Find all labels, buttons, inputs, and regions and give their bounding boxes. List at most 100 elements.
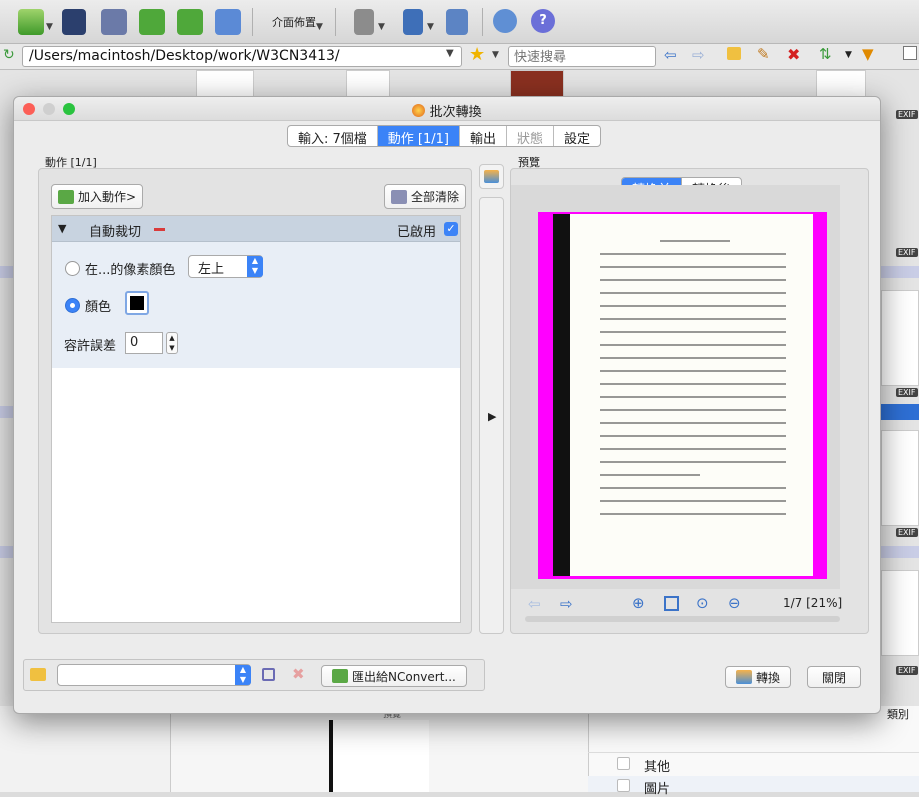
browse-icon[interactable] bbox=[18, 9, 44, 35]
chevron-down-icon[interactable]: ▼ bbox=[316, 22, 323, 32]
add-action-label: 加入動作> bbox=[78, 190, 137, 204]
page-text-line bbox=[600, 305, 786, 307]
category-checkbox[interactable] bbox=[617, 757, 630, 770]
tab-actions[interactable]: 動作 [1/1] bbox=[377, 126, 460, 146]
color-swatch-button[interactable] bbox=[125, 291, 149, 315]
collapse-triangle-icon[interactable]: ▼ bbox=[58, 222, 66, 235]
layout-label[interactable]: 介面佈置 bbox=[272, 14, 316, 30]
next-image-icon[interactable]: ⇨ bbox=[560, 595, 573, 613]
gear-icon[interactable] bbox=[493, 9, 517, 33]
previous-image-icon[interactable]: ⇦ bbox=[528, 595, 541, 613]
chevron-down-icon[interactable]: ▼ bbox=[427, 22, 434, 32]
new-folder-icon[interactable] bbox=[727, 47, 741, 60]
sort-icon[interactable]: ⇅ bbox=[819, 45, 832, 63]
path-field[interactable]: /Users/macintosh/Desktop/work/W3CN3413/ bbox=[22, 46, 462, 67]
page-range-icon[interactable] bbox=[354, 9, 374, 35]
page-text-line bbox=[600, 383, 786, 385]
forward-arrow-icon[interactable]: ⇨ bbox=[692, 46, 705, 64]
export-icon bbox=[332, 669, 348, 683]
export-icon[interactable] bbox=[177, 9, 203, 35]
pixel-color-radio[interactable] bbox=[65, 261, 80, 276]
refresh-icon[interactable]: ↻ bbox=[3, 47, 15, 63]
action-header[interactable]: ▼ 自動裁切 已啟用 ✓ bbox=[52, 216, 460, 242]
close-button[interactable]: 關閉 bbox=[807, 666, 862, 688]
category-item[interactable]: 圖片 bbox=[644, 778, 670, 797]
thumbnail[interactable] bbox=[881, 430, 919, 526]
screen-capture-icon[interactable] bbox=[215, 9, 241, 35]
open-preset-icon[interactable] bbox=[30, 668, 46, 681]
page-text-line bbox=[600, 318, 786, 320]
tree-view-icon[interactable] bbox=[446, 9, 468, 35]
chevron-down-icon[interactable]: ▼ bbox=[446, 48, 454, 59]
delete-icon[interactable]: ✖ bbox=[787, 45, 800, 64]
color-label: 顏色 bbox=[85, 300, 112, 315]
selection-highlight bbox=[881, 404, 919, 420]
category-item[interactable]: 其他 bbox=[644, 756, 670, 775]
export-nconvert-button[interactable]: 匯出給NConvert... bbox=[321, 665, 467, 687]
rename-icon[interactable]: ✎ bbox=[757, 45, 770, 63]
image-icon bbox=[484, 170, 499, 183]
zoom-out-icon[interactable]: ⊖ bbox=[728, 594, 741, 612]
add-action-icon bbox=[58, 189, 74, 204]
page-text-line bbox=[600, 474, 700, 476]
back-arrow-icon[interactable]: ⇦ bbox=[664, 46, 677, 64]
page-text-line bbox=[600, 331, 786, 333]
category-header: 類別 bbox=[887, 708, 909, 721]
chevron-down-icon[interactable]: ▼ bbox=[46, 22, 53, 32]
page-text-line bbox=[600, 279, 786, 281]
enabled-checkbox[interactable]: ✓ bbox=[444, 222, 458, 236]
preview-toggle-button[interactable] bbox=[479, 164, 504, 189]
zoom-actual-icon[interactable]: ⊙ bbox=[696, 594, 709, 612]
app-logo-icon bbox=[412, 104, 426, 117]
page-text-line bbox=[600, 370, 786, 372]
chevron-down-icon[interactable]: ▼ bbox=[378, 22, 385, 32]
thumbnail[interactable] bbox=[881, 290, 919, 386]
preview-scrollbar[interactable] bbox=[525, 616, 840, 622]
preview-status: 1/7 [21%] bbox=[783, 596, 843, 610]
page-text-line bbox=[600, 292, 786, 294]
color-radio[interactable] bbox=[65, 298, 80, 313]
page-text-line bbox=[600, 344, 786, 346]
tolerance-stepper[interactable]: ▲ ▼ bbox=[166, 332, 178, 354]
save-preset-icon[interactable] bbox=[262, 668, 275, 681]
exif-badge: EXIF bbox=[896, 666, 918, 675]
quick-search-input[interactable] bbox=[508, 46, 656, 67]
tab-output[interactable]: 輸出 bbox=[460, 126, 508, 146]
main-toolbar: ▼ 介面佈置 ▼ ▼ ▼ ? bbox=[0, 0, 919, 44]
clear-all-icon bbox=[391, 189, 407, 204]
view-options-icon[interactable] bbox=[903, 46, 917, 60]
help-icon[interactable]: ? bbox=[531, 9, 555, 33]
add-action-button[interactable]: 加入動作> bbox=[51, 184, 144, 209]
tab-input[interactable]: 輸入: 7個檔 bbox=[288, 126, 378, 146]
updown-arrows-icon: ▲ ▼ bbox=[235, 665, 251, 685]
tab-settings[interactable]: 設定 bbox=[554, 126, 600, 146]
zoom-in-icon[interactable]: ⊕ bbox=[632, 594, 645, 612]
export-nconvert-label: 匯出給NConvert... bbox=[352, 669, 456, 684]
thumbnail[interactable] bbox=[881, 570, 919, 656]
expand-triangle-icon[interactable]: ▶ bbox=[488, 410, 496, 423]
binoculars-icon[interactable] bbox=[62, 9, 86, 35]
chevron-down-icon[interactable]: ▼ bbox=[492, 50, 499, 60]
fit-to-window-icon[interactable] bbox=[664, 596, 679, 611]
page-text-line bbox=[660, 240, 730, 242]
print-icon[interactable] bbox=[101, 9, 127, 35]
pixel-position-value: 左上 bbox=[198, 262, 225, 277]
action-name: 自動裁切 bbox=[89, 225, 142, 240]
remove-action-icon[interactable] bbox=[154, 228, 165, 231]
pixel-position-select[interactable]: 左上 ▲ ▼ bbox=[188, 255, 263, 278]
star-icon[interactable]: ★ bbox=[469, 44, 485, 65]
preview-thumbnail bbox=[329, 720, 429, 792]
splitter[interactable]: ▶ bbox=[479, 197, 504, 634]
dialog-titlebar: 批次轉換 bbox=[14, 97, 880, 121]
convert-icon bbox=[736, 670, 752, 684]
preset-select[interactable]: ▲ ▼ bbox=[57, 664, 251, 686]
filter-icon[interactable]: ▼ bbox=[862, 45, 874, 63]
convert-button[interactable]: 轉換 bbox=[725, 666, 792, 688]
bookmark-icon[interactable] bbox=[403, 9, 423, 35]
tolerance-input[interactable]: 0 bbox=[125, 332, 163, 354]
clear-all-button[interactable]: 全部清除 bbox=[384, 184, 467, 209]
category-checkbox[interactable] bbox=[617, 779, 630, 792]
import-icon[interactable] bbox=[139, 9, 165, 35]
page-text-line bbox=[600, 266, 786, 268]
chevron-down-icon[interactable]: ▼ bbox=[845, 50, 852, 60]
